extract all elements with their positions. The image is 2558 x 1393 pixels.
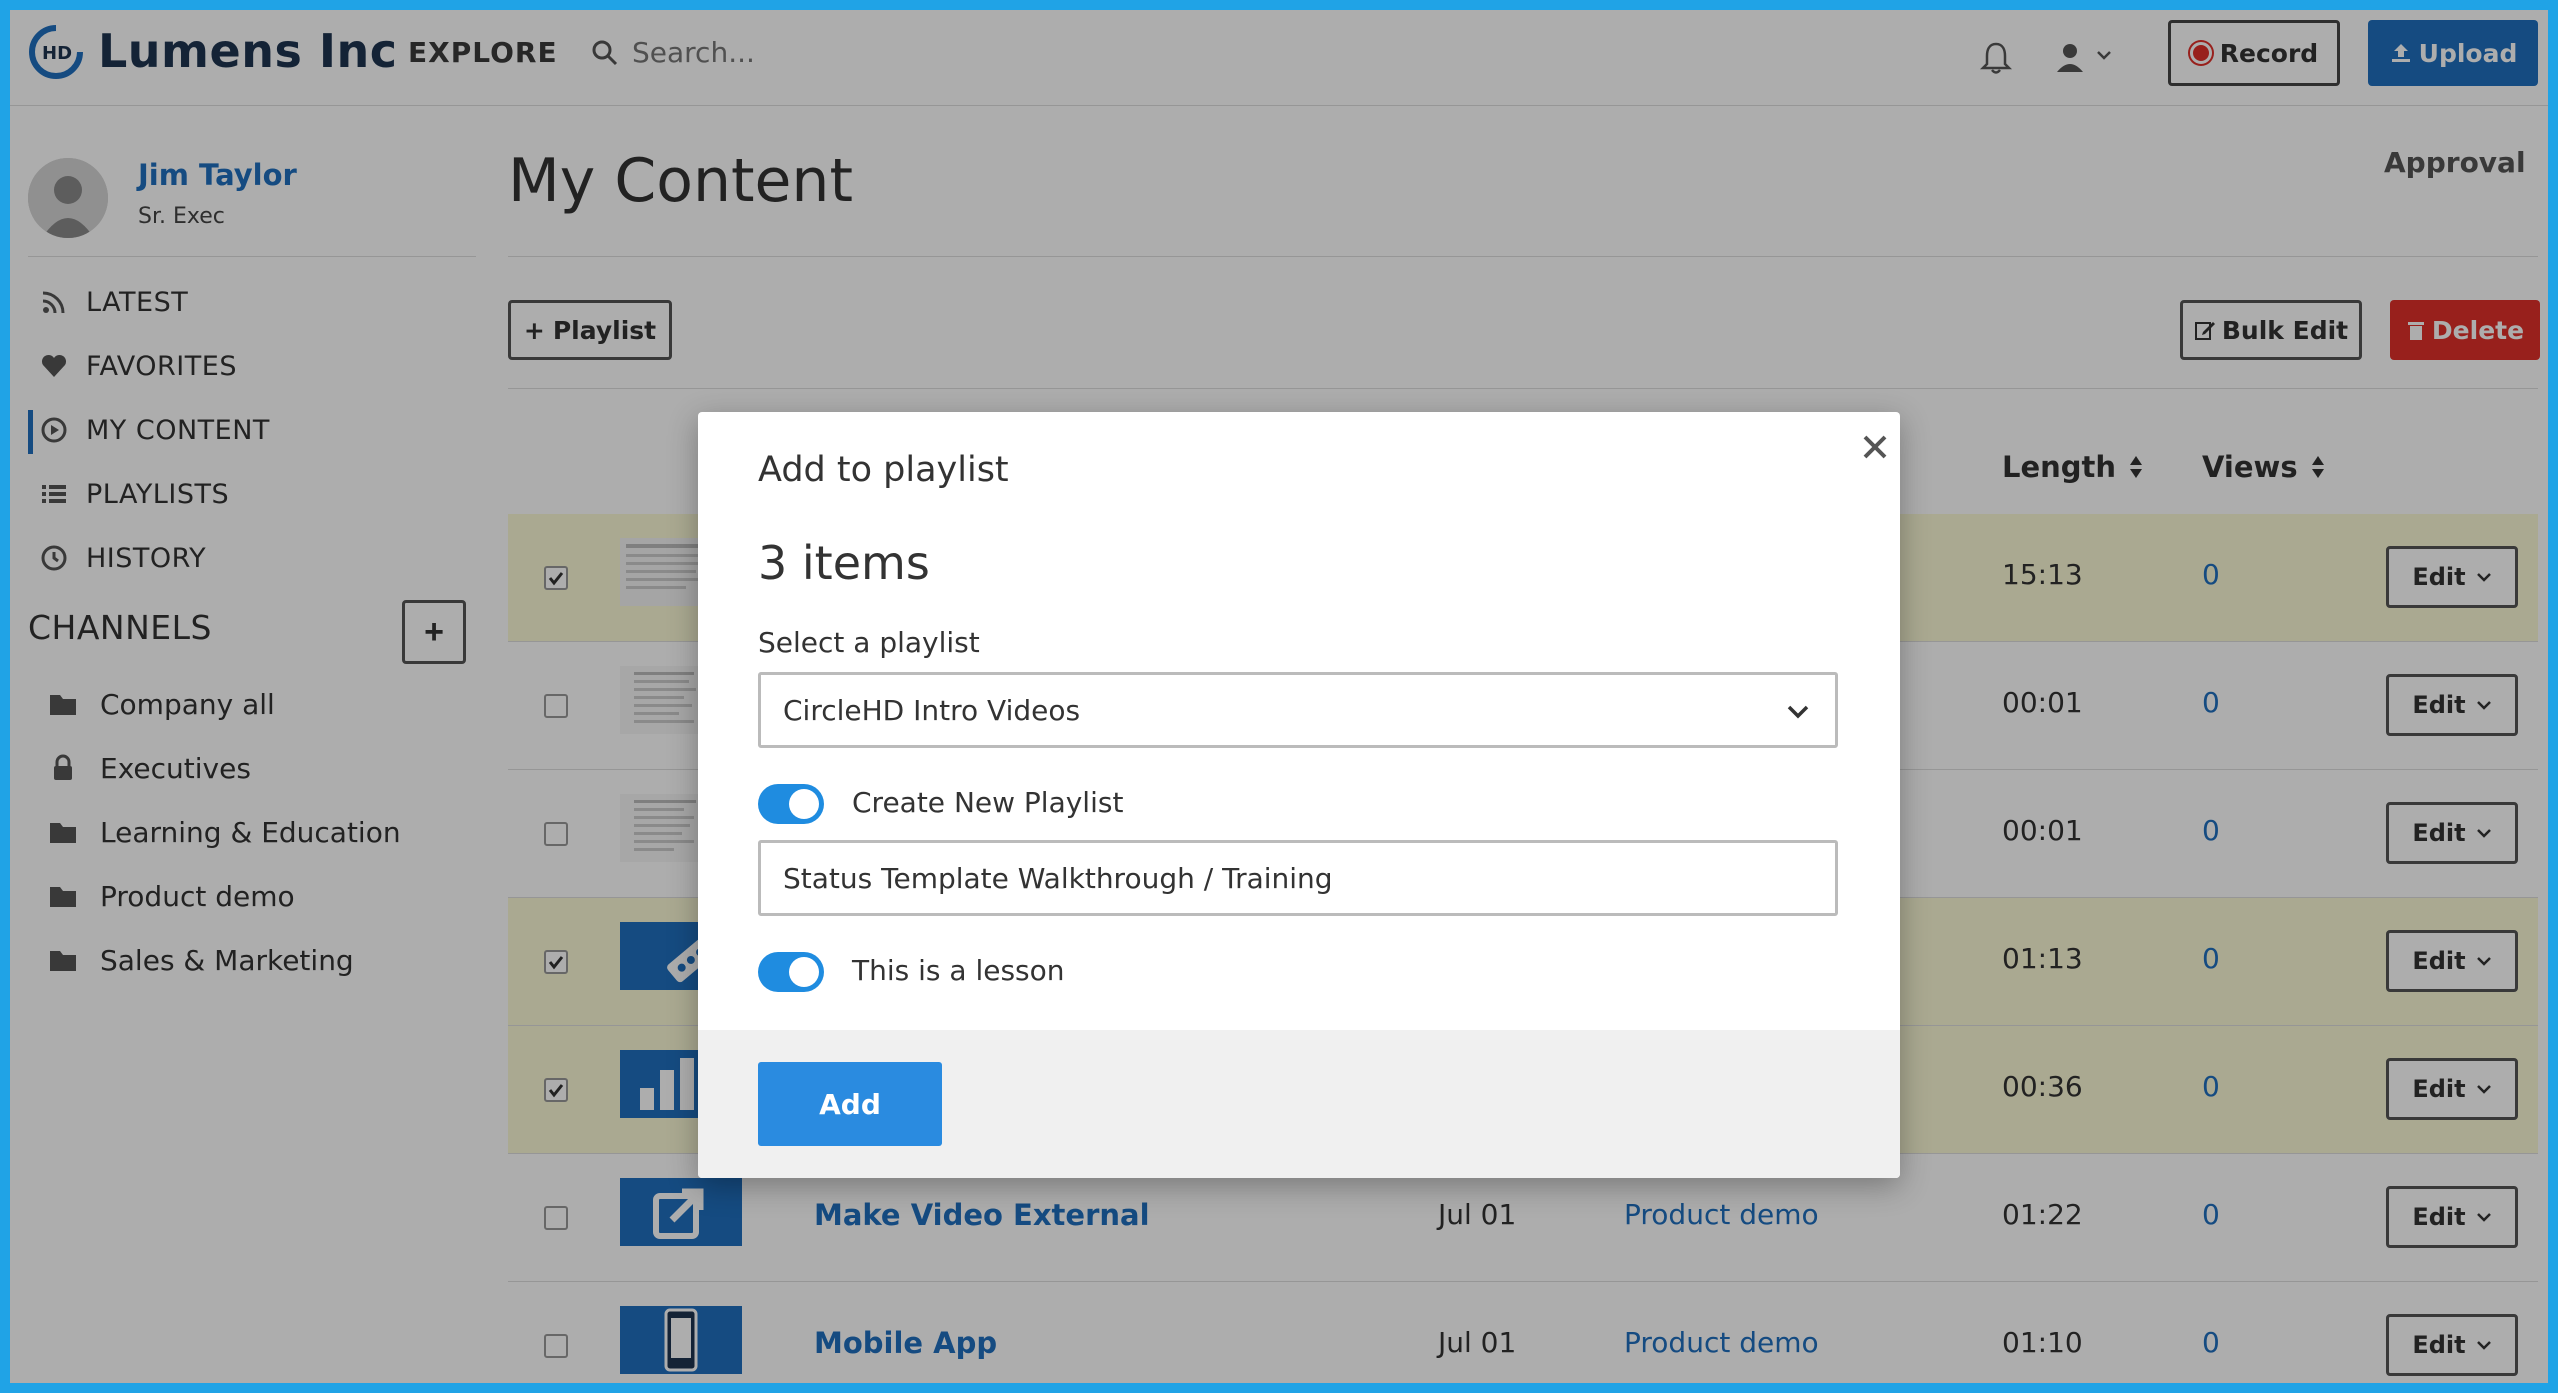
close-icon[interactable] xyxy=(1858,430,1892,464)
lesson-toggle[interactable] xyxy=(758,952,824,992)
playlist-select[interactable]: CircleHD Intro Videos xyxy=(758,672,1838,748)
selected-count: 3 items xyxy=(758,536,930,590)
create-new-playlist-label: Create New Playlist xyxy=(852,786,1124,819)
lesson-label: This is a lesson xyxy=(852,954,1065,987)
add-to-playlist-dialog: Add to playlist 3 items Select a playlis… xyxy=(698,412,1900,1178)
playlist-select-label: Select a playlist xyxy=(758,626,980,659)
app-frame: HD Lumens Inc EXPLORE Record Upload xyxy=(10,10,2548,1383)
create-new-playlist-toggle[interactable] xyxy=(758,784,824,824)
chevron-down-icon xyxy=(1787,705,1809,719)
add-button[interactable]: Add xyxy=(758,1062,942,1146)
new-playlist-name-input[interactable] xyxy=(758,840,1838,916)
playlist-select-value: CircleHD Intro Videos xyxy=(783,693,1081,727)
dialog-footer: Add xyxy=(698,1030,1900,1178)
dialog-title: Add to playlist xyxy=(758,450,1009,490)
